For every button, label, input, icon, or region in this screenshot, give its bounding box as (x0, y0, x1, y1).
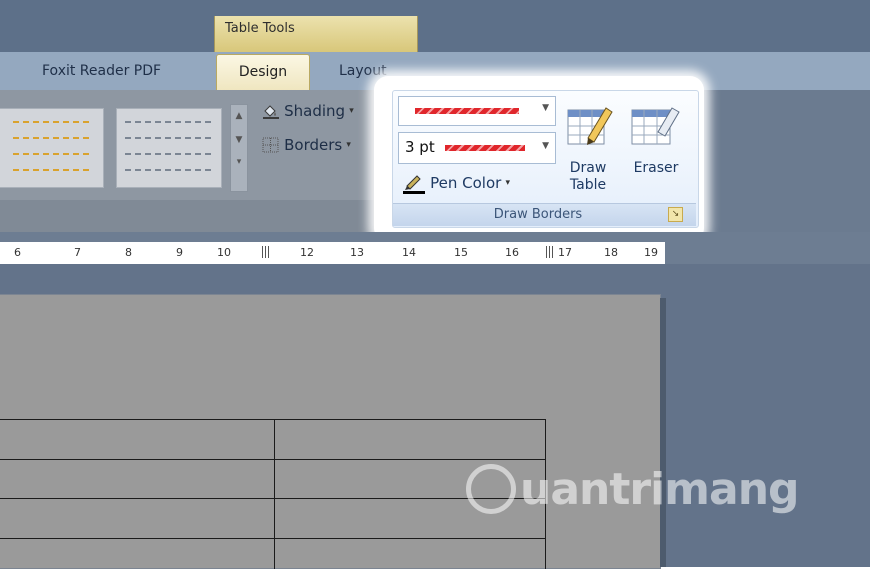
gallery-more-icon[interactable]: ▾ (231, 157, 247, 167)
draw-table-icon (566, 102, 614, 154)
ruler-mark: 18 (604, 246, 618, 259)
draw-table-button[interactable]: Draw Table (560, 100, 620, 198)
shading-label: Shading (284, 102, 346, 120)
table-border (0, 498, 545, 499)
table-border (0, 538, 545, 539)
ruler-mark: 8 (125, 246, 132, 259)
pen-color-button[interactable]: Pen Color ▾ (402, 172, 510, 198)
ruler-mark: 7 (74, 246, 81, 259)
ruler-mark: 6 (14, 246, 21, 259)
ruler-mark: 15 (454, 246, 468, 259)
gallery-up-icon[interactable]: ▲ (231, 111, 247, 121)
borders-icon (262, 137, 280, 153)
table-tools-label: Table Tools (225, 21, 295, 36)
line-style-preview (415, 108, 519, 114)
gallery-down-icon[interactable]: ▼ (231, 135, 247, 145)
line-weight-dropdown-icon: ▼ (542, 141, 549, 151)
dialog-launcher-icon[interactable]: ↘ (668, 207, 683, 222)
line-weight-preview (445, 145, 525, 151)
watermark-text: uantrimang (520, 464, 800, 515)
table-border (0, 419, 545, 420)
pen-color-label: Pen Color (430, 174, 502, 192)
ruler-mark: 9 (176, 246, 183, 259)
tab-layout[interactable]: Layout (339, 63, 387, 79)
watermark-logo-icon (466, 464, 516, 514)
borders-label: Borders (284, 136, 343, 154)
ribbon-group-footer (0, 200, 380, 232)
tab-foxit-reader-pdf[interactable]: Foxit Reader PDF (42, 63, 161, 79)
document-page[interactable] (0, 294, 661, 569)
shading-button[interactable]: Shading ▾ (262, 102, 354, 124)
ruler-mark: 19 (644, 246, 658, 259)
ruler-mark: 13 (350, 246, 364, 259)
gallery-scrollbar[interactable]: ▲ ▼ ▾ (230, 104, 248, 192)
draw-borders-label: Draw Borders (493, 207, 583, 222)
ruler-mark: 16 (505, 246, 519, 259)
line-style-dropdown[interactable]: ▼ (398, 96, 556, 126)
ruler-mark: 10 (217, 246, 231, 259)
line-weight-dropdown[interactable]: 3 pt ▼ (398, 132, 556, 164)
paint-bucket-icon (262, 103, 280, 119)
ribbon-empty-area (700, 90, 870, 232)
ruler-mark: 17 (558, 246, 572, 259)
shading-dropdown-icon: ▾ (349, 106, 354, 116)
draw-table-label-line2: Table (569, 177, 607, 193)
table-border (0, 459, 545, 460)
line-style-dropdown-icon: ▼ (542, 103, 549, 113)
eraser-label: Eraser (633, 160, 679, 176)
eraser-button[interactable]: Eraser (624, 100, 688, 198)
ruler-mark: 14 (402, 246, 416, 259)
watermark: uantrimang (466, 462, 816, 522)
pen-color-icon (402, 172, 426, 194)
tab-design-label: Design (238, 64, 288, 80)
column-marker-icon[interactable] (262, 246, 270, 258)
draw-table-label-line1: Draw (569, 160, 607, 176)
horizontal-ruler[interactable]: 6 7 8 9 10 12 13 14 15 16 17 18 19 (0, 242, 665, 264)
pen-color-dropdown-icon: ▾ (505, 178, 510, 188)
draw-borders-footer: Draw Borders ↘ (393, 203, 696, 226)
borders-dropdown-icon: ▾ (346, 140, 351, 150)
tab-design[interactable]: Design (216, 54, 310, 91)
table-tools-contextual-group: Table Tools (214, 16, 418, 52)
borders-button[interactable]: Borders ▾ (262, 136, 351, 158)
table-border (274, 419, 275, 569)
table-style-swatch[interactable] (0, 108, 104, 188)
column-marker-icon[interactable] (546, 246, 554, 258)
eraser-icon (630, 102, 680, 154)
title-bar (0, 0, 870, 52)
table-style-swatch[interactable] (116, 108, 222, 188)
page-shadow (660, 298, 666, 567)
line-weight-value: 3 pt (405, 138, 435, 156)
ruler-mark: 12 (300, 246, 314, 259)
